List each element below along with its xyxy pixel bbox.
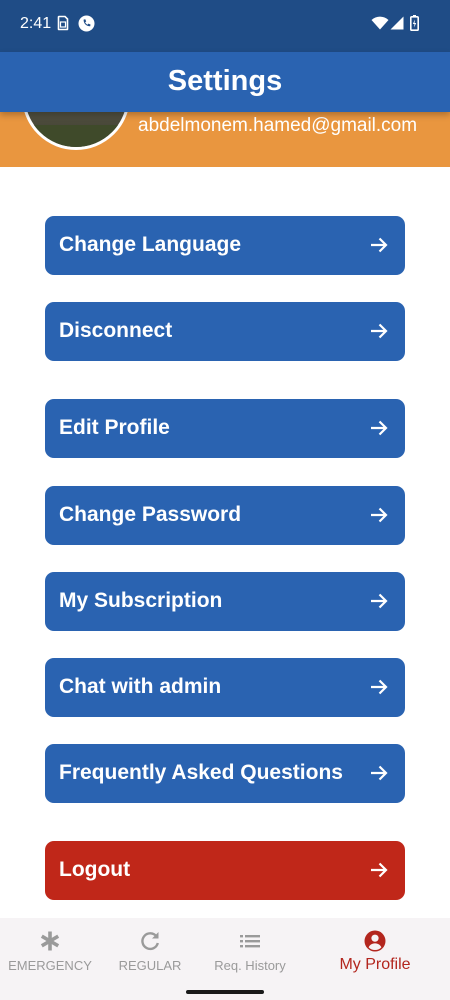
arrow-right-icon bbox=[371, 679, 388, 695]
change-language-label: Change Language bbox=[59, 233, 242, 256]
nav-emergency[interactable]: EMERGENCY bbox=[0, 918, 106, 980]
nav-req-history-label: Req. History bbox=[214, 958, 286, 973]
bottom-navigation: EMERGENCY REGULAR Req. History My Profil… bbox=[0, 918, 450, 980]
profile-email: abdelmonem.hamed@gmail.com bbox=[138, 115, 418, 136]
asterisk-icon bbox=[40, 931, 60, 951]
gesture-handle[interactable] bbox=[186, 990, 264, 994]
account-circle-icon bbox=[364, 930, 386, 952]
logout-label: Logout bbox=[59, 858, 131, 881]
profile-header: abdelmonem.hamed@gmail.com bbox=[0, 112, 450, 167]
nav-my-profile-label: My Profile bbox=[339, 956, 411, 973]
my-subscription-button[interactable]: My Subscription bbox=[45, 572, 405, 631]
nav-req-history[interactable]: Req. History bbox=[194, 918, 306, 980]
signal-icon bbox=[390, 16, 404, 30]
chat-with-admin-button[interactable]: Chat with admin bbox=[45, 658, 405, 717]
logout-button[interactable]: Logout bbox=[45, 841, 405, 900]
page-title: Settings bbox=[167, 65, 283, 97]
avatar[interactable] bbox=[22, 112, 130, 150]
arrow-right-icon bbox=[371, 323, 388, 339]
phone-call-icon bbox=[78, 15, 95, 32]
nav-regular-label: REGULAR bbox=[118, 958, 182, 973]
change-password-button[interactable]: Change Password bbox=[45, 486, 405, 545]
status-bar: 2:41 bbox=[0, 0, 450, 52]
sim-icon bbox=[57, 15, 69, 31]
arrow-right-icon bbox=[371, 237, 388, 253]
edit-profile-button[interactable]: Edit Profile bbox=[45, 399, 405, 458]
arrow-right-icon bbox=[371, 507, 388, 523]
battery-icon bbox=[410, 15, 419, 31]
nav-emergency-label: EMERGENCY bbox=[8, 958, 92, 973]
disconnect-button[interactable]: Disconnect bbox=[45, 302, 405, 361]
change-password-label: Change Password bbox=[59, 503, 242, 526]
refresh-icon bbox=[141, 932, 159, 951]
arrow-right-icon bbox=[371, 420, 388, 436]
arrow-right-icon bbox=[371, 593, 388, 609]
chat-with-admin-label: Chat with admin bbox=[59, 675, 222, 698]
change-language-button[interactable]: Change Language bbox=[45, 216, 405, 275]
list-icon bbox=[240, 935, 260, 948]
my-subscription-label: My Subscription bbox=[59, 589, 223, 612]
gesture-area bbox=[0, 980, 450, 1000]
nav-my-profile[interactable]: My Profile bbox=[319, 918, 431, 980]
faq-label: Frequently Asked Questions bbox=[59, 761, 343, 784]
disconnect-label: Disconnect bbox=[59, 319, 173, 342]
arrow-right-icon bbox=[371, 862, 388, 878]
edit-profile-label: Edit Profile bbox=[59, 416, 170, 439]
app-bar: Settings bbox=[0, 52, 450, 112]
wifi-icon bbox=[371, 16, 389, 30]
avatar-photo-ground bbox=[25, 125, 127, 147]
nav-regular[interactable]: REGULAR bbox=[94, 918, 206, 980]
status-time: 2:41 bbox=[20, 15, 52, 32]
faq-button[interactable]: Frequently Asked Questions bbox=[45, 744, 405, 803]
arrow-right-icon bbox=[371, 765, 388, 781]
